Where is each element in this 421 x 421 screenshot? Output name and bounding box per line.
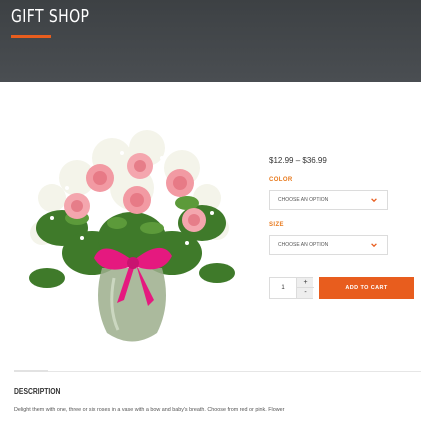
chevron-down-icon bbox=[371, 243, 377, 248]
page-header-banner: GIFT SHOP bbox=[0, 0, 421, 82]
quantity-increase-button[interactable]: + bbox=[297, 278, 314, 288]
description-text: Delight them with one, three or six rose… bbox=[14, 407, 285, 413]
product-image[interactable] bbox=[22, 128, 244, 352]
price-range: $12.99 – $36.99 bbox=[269, 156, 327, 165]
add-to-cart-button[interactable]: ADD TO CART bbox=[319, 277, 414, 299]
title-underline bbox=[11, 35, 51, 38]
size-label: SIZE bbox=[269, 222, 284, 228]
color-select[interactable]: CHOOSE AN OPTION bbox=[269, 190, 388, 210]
description-tab-marker bbox=[14, 370, 48, 372]
quantity-stepper: 1 + - bbox=[269, 277, 314, 299]
rose-bouquet-illustration bbox=[29, 130, 235, 342]
quantity-buttons: + - bbox=[296, 278, 314, 298]
quantity-decrease-button[interactable]: - bbox=[297, 288, 314, 298]
size-select-value: CHOOSE AN OPTION bbox=[278, 242, 329, 248]
chevron-down-icon bbox=[371, 198, 377, 203]
quantity-input[interactable]: 1 bbox=[270, 278, 296, 298]
section-divider bbox=[14, 371, 421, 372]
page-title: GIFT SHOP bbox=[11, 6, 90, 27]
description-heading[interactable]: DESCRIPTION bbox=[14, 387, 60, 396]
color-select-value: CHOOSE AN OPTION bbox=[278, 197, 329, 203]
color-label: COLOR bbox=[269, 177, 293, 183]
size-select[interactable]: CHOOSE AN OPTION bbox=[269, 235, 388, 255]
